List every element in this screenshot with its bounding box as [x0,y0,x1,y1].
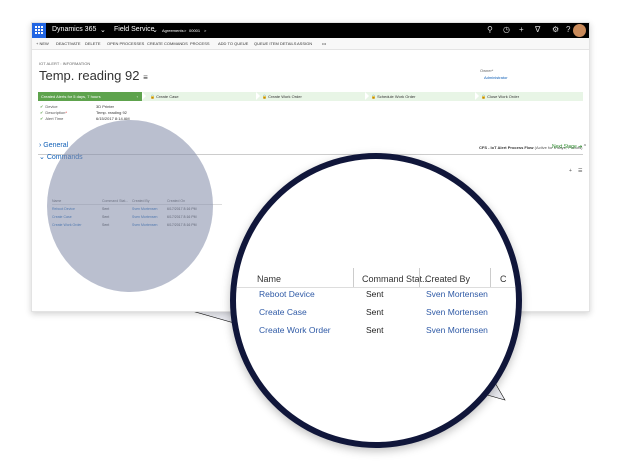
row-status: Sent [366,325,384,335]
breadcrumb-separator: > [184,28,187,33]
top-navigation-bar: Dynamics 365 ⌄ Field Service ⌄ Agreement… [32,23,589,38]
add-icon[interactable]: + [519,25,524,34]
row-name-link[interactable]: Reboot Device [259,289,315,299]
field-label: Device [45,104,58,109]
stage-separator [256,92,260,100]
field-label: Description [45,110,66,115]
owner-value[interactable]: Administrator [484,75,508,80]
app-name[interactable]: Dynamics 365 [52,26,96,33]
zoomed-commands-grid: Name Command Stat... Created By C Reboot… [230,153,522,448]
next-stage-button[interactable]: Next Stage ➔ ^ [552,144,586,150]
open-processes-button[interactable]: OPEN PROCESSES [107,41,144,46]
command-bar: + NEW DEACTIVATE DELETE OPEN PROCESSES C… [32,38,589,50]
stage-create-case[interactable]: 🔒 Create Case [150,92,179,101]
active-stage[interactable]: Created Alerts for 5 days, 7 hours ‹ [38,92,142,101]
search-icon[interactable]: ⚲ [487,25,493,34]
user-avatar[interactable] [573,24,586,37]
stage-close-work-order[interactable]: 🔒 Close Work Order [481,92,519,101]
grid-options-icon[interactable]: ☰ [578,168,582,174]
row-created-by[interactable]: Sven Mortensen [426,307,488,317]
row-status: Sent [366,307,384,317]
row-created-by[interactable]: Sven Mortensen [426,289,488,299]
magnifier-lens [47,120,213,292]
stage-label: Close Work Order [487,94,520,99]
column-header-created-on[interactable]: C [500,274,507,284]
column-divider [419,268,420,287]
stage-schedule-work-order[interactable]: 🔒 Schedule Work Order [371,92,415,101]
zoomed-table: Name Command Stat... Created By C Reboot… [236,159,516,442]
module-name[interactable]: Field Service [114,26,154,33]
row-status: Sent [366,289,384,299]
row-name-link[interactable]: Create Case [259,307,307,317]
column-header-name[interactable]: Name [257,274,281,284]
header-divider [236,287,516,288]
add-to-queue-button[interactable]: ADD TO QUEUE [218,41,248,46]
deactivate-button[interactable]: DEACTIVATE [56,41,81,46]
chevron-down-icon: ⌄ [39,154,45,161]
page-title: Temp. reading 92 ≡ [39,68,148,83]
field-value[interactable]: Temp. reading 92 [96,110,127,115]
chevron-down-icon[interactable]: ⌄ [100,26,106,34]
process-button[interactable]: PROCESS [190,41,210,46]
chevron-right-icon: › [39,142,42,149]
hierarchy-icon[interactable]: ≡ [143,73,148,82]
record-title: Temp. reading 92 [39,68,140,83]
new-button[interactable]: + NEW [36,41,49,46]
more-commands-icon[interactable]: ••• [322,41,326,46]
delete-button[interactable]: DELETE [85,41,101,46]
help-icon[interactable]: ? [566,25,570,34]
active-stage-label: Created Alerts for 5 days, 7 hours [41,94,101,99]
stage-label: Schedule Work Order [377,94,416,99]
field-label: Alert Time [45,116,64,121]
filter-icon[interactable]: ∇ [535,25,540,34]
check-icon: ✔ [40,110,44,115]
column-header-created-by[interactable]: Created By [425,274,470,284]
section-general-label: General [43,142,69,149]
column-divider [353,268,354,287]
assign-button[interactable]: ASSIGN [297,41,312,46]
row-name-link[interactable]: Create Work Order [259,325,331,335]
chevron-left-icon[interactable]: ‹ [137,92,138,101]
stage-create-work-order[interactable]: 🔒 Create Work Order [262,92,302,101]
field-value[interactable]: 3D Printer [96,104,114,109]
history-icon[interactable]: ◷ [503,25,510,34]
breadcrumb-entity[interactable]: Agreements [162,28,184,33]
app-launcher-icon[interactable] [32,23,46,38]
create-commands-button[interactable]: CREATE COMMANDS [147,41,188,46]
check-icon: ✔ [40,104,44,109]
owner-label: Owner* [480,68,494,73]
gear-icon[interactable]: ⚙ [552,25,559,34]
record-entity-label: IOT ALERT : INFORMATION [39,61,91,66]
queue-item-details-button[interactable]: QUEUE ITEM DETAILS [254,41,296,46]
stage-separator [365,92,369,100]
add-record-icon[interactable]: + [569,168,572,174]
next-stage-label: Next Stage [552,144,577,150]
stage-label: Create Case [156,94,179,99]
column-divider [490,268,491,287]
chevron-down-icon[interactable]: ⌄ [152,26,158,34]
process-name: CFS - IoT Alert Process Flow [479,145,534,150]
stage-separator [142,92,146,100]
row-created-by[interactable]: Sven Mortensen [426,325,488,335]
check-icon: ✔ [40,116,44,121]
stage-separator [475,92,479,100]
breadcrumb-record[interactable]: 00001 [189,28,200,33]
section-general[interactable]: › General [39,142,68,149]
stage-label: Create Work Order [268,94,302,99]
business-process-flow: Created Alerts for 5 days, 7 hours ‹ 🔒 Cr… [38,92,583,101]
breadcrumb-separator: > [204,28,207,33]
